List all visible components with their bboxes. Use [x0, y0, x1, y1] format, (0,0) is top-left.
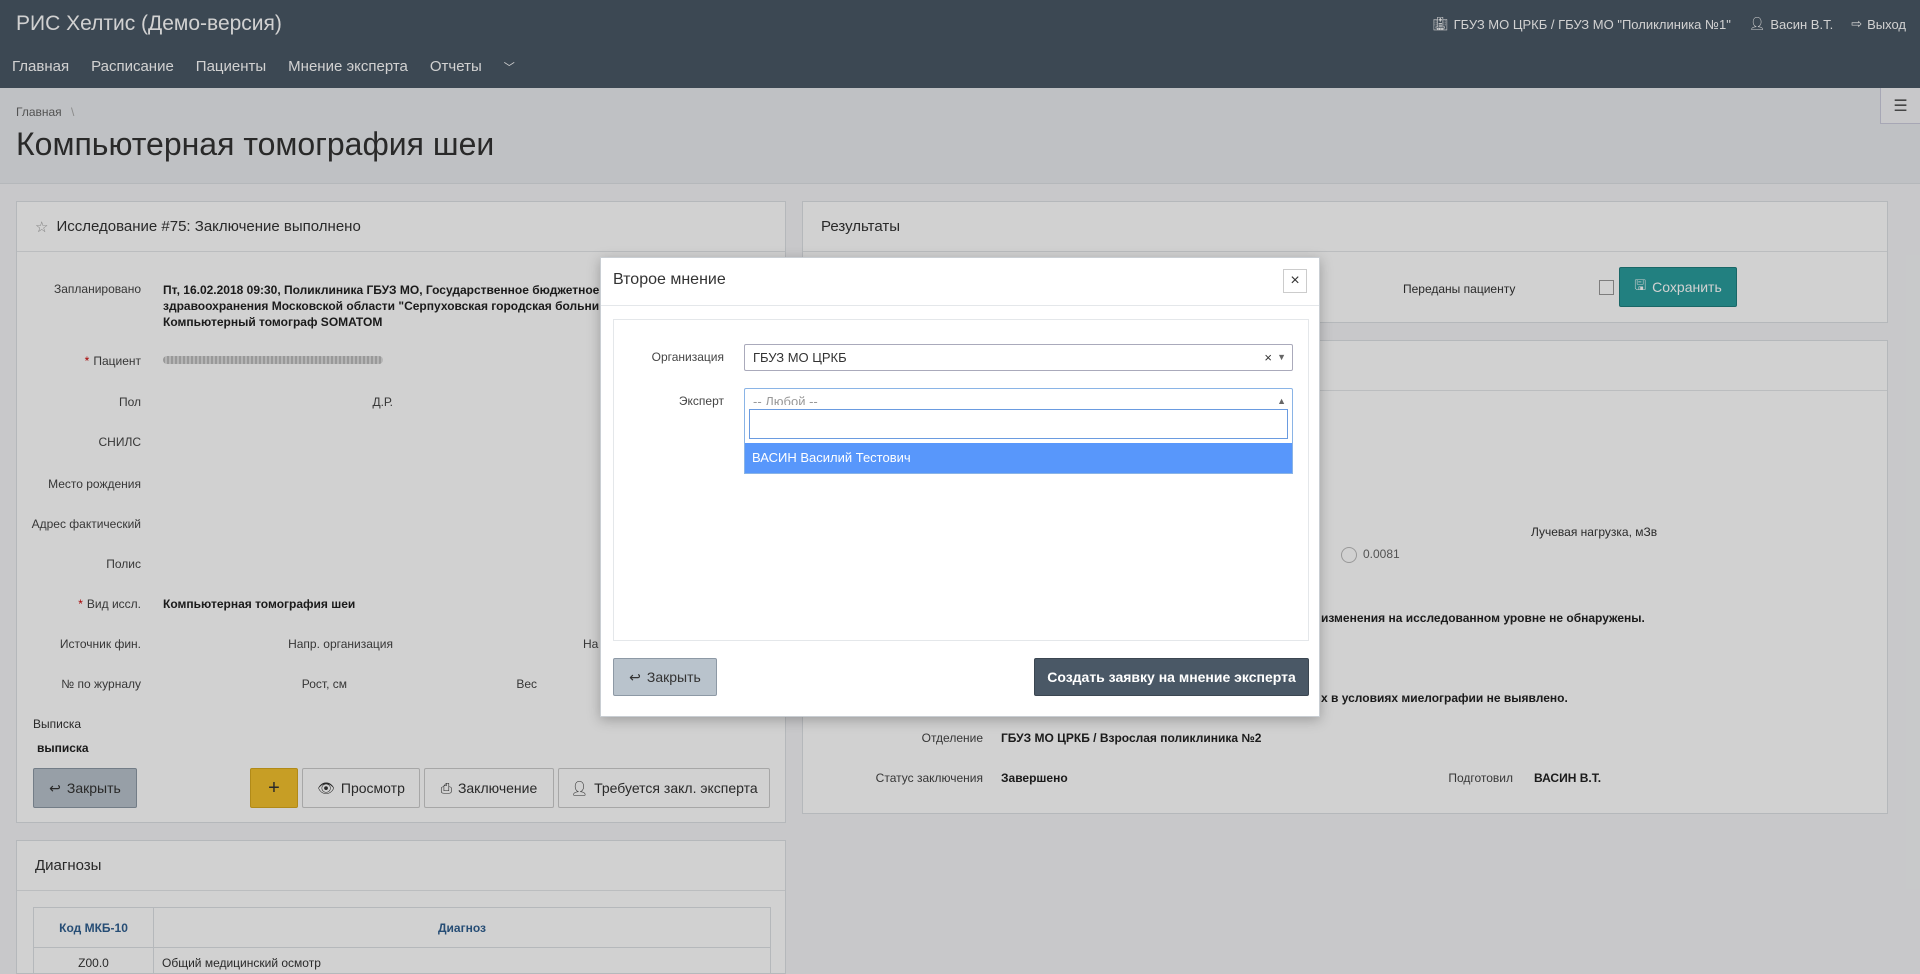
modal-close-button[interactable]: ↩ Закрыть: [613, 658, 717, 696]
reply-icon: ↩: [629, 668, 641, 685]
org-label: Организация: [651, 350, 724, 364]
org-select[interactable]: ГБУЗ МО ЦРКБ × ▼: [744, 344, 1293, 371]
clear-icon[interactable]: ×: [1264, 350, 1272, 365]
expert-dropdown: ВАСИН Василий Тестович: [744, 405, 1293, 474]
expert-label: Эксперт: [678, 394, 724, 408]
second-opinion-modal: Второе мнение × Организация ГБУЗ МО ЦРКБ…: [600, 257, 1320, 717]
caret-down-icon: ▼: [1277, 352, 1286, 362]
modal-title: Второе мнение: [613, 271, 726, 288]
modal-footer: ↩ Закрыть Создать заявку на мнение экспер…: [601, 658, 1319, 718]
modal-close-icon[interactable]: ×: [1283, 269, 1307, 293]
expert-option[interactable]: ВАСИН Василий Тестович: [745, 443, 1292, 473]
create-expert-request-button[interactable]: Создать заявку на мнение эксперта: [1034, 658, 1309, 696]
modal-header: Второе мнение ×: [601, 258, 1319, 306]
modal-body: Организация ГБУЗ МО ЦРКБ × ▼ Эксперт -- …: [613, 319, 1309, 641]
expert-search-input[interactable]: [749, 409, 1288, 439]
